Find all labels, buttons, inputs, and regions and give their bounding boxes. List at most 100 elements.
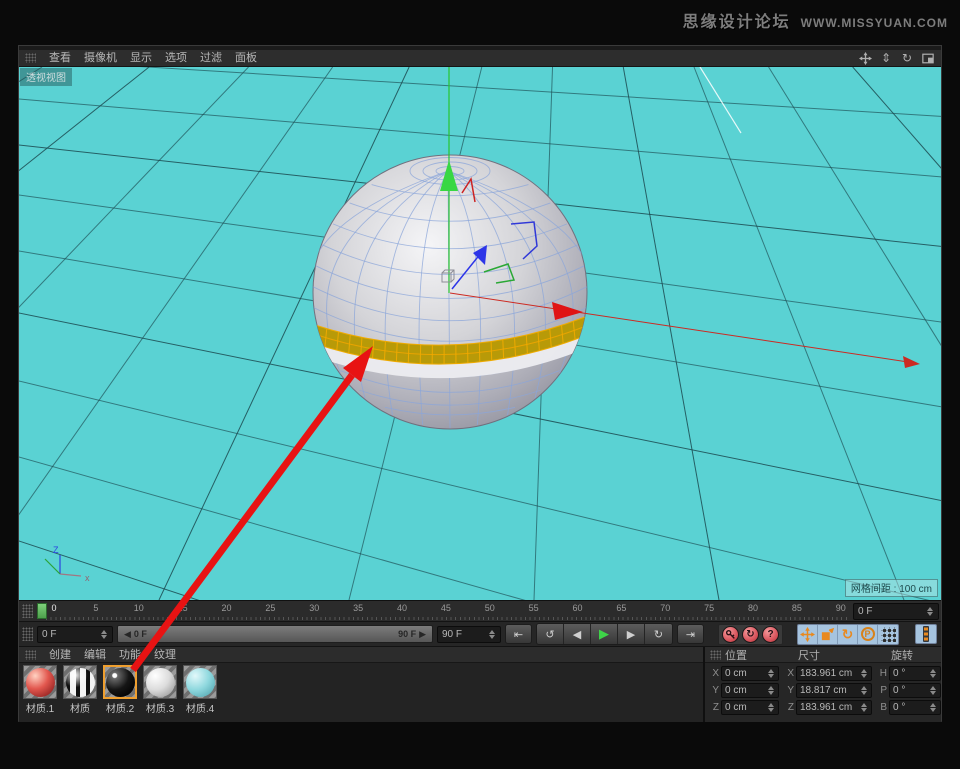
drag-handle-icon[interactable] — [22, 604, 33, 618]
menu-edit[interactable]: 编辑 — [84, 647, 106, 663]
material-label: 材质 — [70, 700, 90, 715]
pos-z-field[interactable]: 0 cm — [721, 700, 779, 715]
rot-p-field[interactable]: 0 ° — [889, 683, 941, 698]
white-guide-line — [700, 67, 741, 133]
menu-function[interactable]: 功能 — [119, 647, 141, 663]
stepper-icon[interactable] — [861, 668, 868, 679]
size-y-field[interactable]: 18.817 cm — [796, 683, 872, 698]
watermark: 思缘设计论坛 WWW.MISSYUAN.COM — [683, 8, 948, 32]
sphere-object[interactable] — [307, 155, 594, 429]
end-frame-field[interactable]: 0 F — [853, 603, 939, 620]
stepper-icon[interactable] — [489, 629, 496, 640]
right-arrow-icon: ▶ — [419, 629, 426, 640]
material-thumbnail[interactable] — [63, 665, 97, 699]
material-item-cyan[interactable]: 材质.4 — [181, 665, 219, 720]
timeline-playhead[interactable] — [37, 603, 47, 619]
material-item-striped[interactable]: 材质 — [61, 665, 99, 720]
menu-view[interactable]: 查看 — [49, 50, 71, 66]
watermark-url: WWW.MISSYUAN.COM — [801, 16, 948, 30]
menu-options[interactable]: 选项 — [165, 50, 187, 66]
viewport-toggle-icon[interactable] — [921, 51, 935, 65]
viewport-pan-icon[interactable] — [858, 51, 872, 65]
axis-x-label: x — [85, 573, 90, 583]
material-menubar: 创建 编辑 功能 纹理 — [19, 647, 703, 663]
pos-y-field[interactable]: 0 cm — [721, 683, 779, 698]
rot-b-field[interactable]: 0 ° — [889, 700, 941, 715]
material-thumbnail[interactable] — [143, 665, 177, 699]
left-arrow-icon: ◀ — [124, 629, 131, 640]
menu-filter[interactable]: 过滤 — [200, 50, 222, 66]
rot-h-field[interactable]: 0 ° — [889, 666, 941, 681]
timeline-ruler[interactable]: 051015202530354045505560657075808590 — [36, 602, 850, 621]
autokey-button[interactable]: ↻ — [742, 626, 759, 643]
stepper-icon[interactable] — [861, 702, 868, 713]
key-scale-toggle[interactable] — [818, 625, 838, 644]
stepper-icon[interactable] — [768, 668, 775, 679]
menu-camera[interactable]: 摄像机 — [84, 50, 117, 66]
parameter-icon: P — [861, 627, 875, 641]
next-frame-button[interactable]: ▶ — [618, 624, 645, 644]
material-item-red[interactable]: 材质.1 — [21, 665, 59, 720]
material-manager: 创建 编辑 功能 纹理 材质.1 材质 材质 — [19, 647, 703, 722]
keyframe-selection-tile[interactable] — [915, 624, 937, 644]
viewport-scene: Z x — [19, 67, 941, 600]
key-parameter-toggle[interactable]: P — [858, 625, 878, 644]
size-z-field[interactable]: 183.961 cm — [796, 700, 872, 715]
current-frame-field[interactable]: 0 F — [37, 626, 113, 643]
menu-display[interactable]: 显示 — [130, 50, 152, 66]
menu-texture[interactable]: 纹理 — [154, 647, 176, 663]
prev-frame-button[interactable]: ◀ — [564, 624, 591, 644]
size-x-field[interactable]: 183.961 cm — [796, 666, 872, 681]
viewport-zoom-icon[interactable]: ⇕ — [879, 51, 893, 65]
size-z-label: Z — [781, 702, 794, 713]
stepper-icon[interactable] — [930, 702, 937, 713]
stepper-icon[interactable] — [768, 685, 775, 696]
axis-z-label: Z — [53, 545, 59, 555]
max-frame-field[interactable]: 90 F — [437, 626, 501, 643]
viewport-nav-tools: ⇕ ↻ — [858, 51, 935, 65]
goto-end-button[interactable]: ⇥ — [677, 624, 704, 644]
stepper-icon[interactable] — [930, 685, 937, 696]
record-keyframe-button[interactable] — [722, 626, 739, 643]
stepper-icon[interactable] — [861, 685, 868, 696]
view-label[interactable]: 透视视图 — [20, 68, 72, 86]
goto-start-button[interactable]: ⇤ — [505, 624, 532, 644]
pos-x-label: X — [709, 668, 719, 679]
material-thumbnail[interactable] — [103, 665, 137, 699]
next-key-button[interactable]: ↻ — [645, 624, 672, 644]
material-item-gray[interactable]: 材质.3 — [141, 665, 179, 720]
size-x-label: X — [781, 668, 794, 679]
stepper-icon[interactable] — [930, 668, 937, 679]
key-pla-toggle[interactable] — [878, 625, 898, 644]
range-start-grip[interactable]: ◀ 0 F — [124, 629, 147, 640]
prev-key-button[interactable]: ↺ — [537, 624, 564, 644]
pos-x-field[interactable]: 0 cm — [721, 666, 779, 681]
drag-handle-icon[interactable] — [25, 53, 36, 63]
key-position-toggle[interactable] — [798, 625, 818, 644]
keyframe-help-button[interactable]: ? — [762, 626, 779, 643]
drag-handle-icon[interactable] — [22, 627, 33, 641]
material-thumbnail[interactable] — [23, 665, 57, 699]
viewport-3d[interactable]: Z x 透视视图 网格间距 : 100 cm — [19, 67, 941, 600]
stepper-icon[interactable] — [768, 702, 775, 713]
range-end-grip[interactable]: 90 F ▶ — [398, 629, 426, 640]
grid-spacing-badge: 网格间距 : 100 cm — [845, 579, 938, 597]
menu-create[interactable]: 创建 — [49, 647, 71, 663]
drag-handle-icon[interactable] — [710, 650, 721, 660]
size-y-label: Y — [781, 685, 794, 696]
coordinates-manager: 位置 尺寸 旋转 X 0 cm X 183.961 cm H 0 ° Y 0 c… — [705, 647, 941, 722]
material-thumbnail[interactable] — [183, 665, 217, 699]
key-rotation-toggle[interactable]: ↻ — [838, 625, 858, 644]
preview-range-slider[interactable]: ◀ 0 F 90 F ▶ — [117, 625, 433, 643]
stepper-icon[interactable] — [927, 606, 934, 617]
header-size: 尺寸 — [798, 647, 874, 663]
bottom-panels: 创建 编辑 功能 纹理 材质.1 材质 材质 — [19, 646, 941, 722]
keyframe-bars-icon — [918, 626, 934, 642]
drag-handle-icon[interactable] — [25, 650, 36, 660]
stepper-icon[interactable] — [101, 629, 108, 640]
play-button[interactable]: ▶ — [591, 624, 618, 644]
move-icon — [800, 627, 815, 642]
material-item-black-selected[interactable]: 材质.2 — [101, 665, 139, 720]
viewport-rotate-icon[interactable]: ↻ — [900, 51, 914, 65]
menu-panel[interactable]: 面板 — [235, 50, 257, 66]
